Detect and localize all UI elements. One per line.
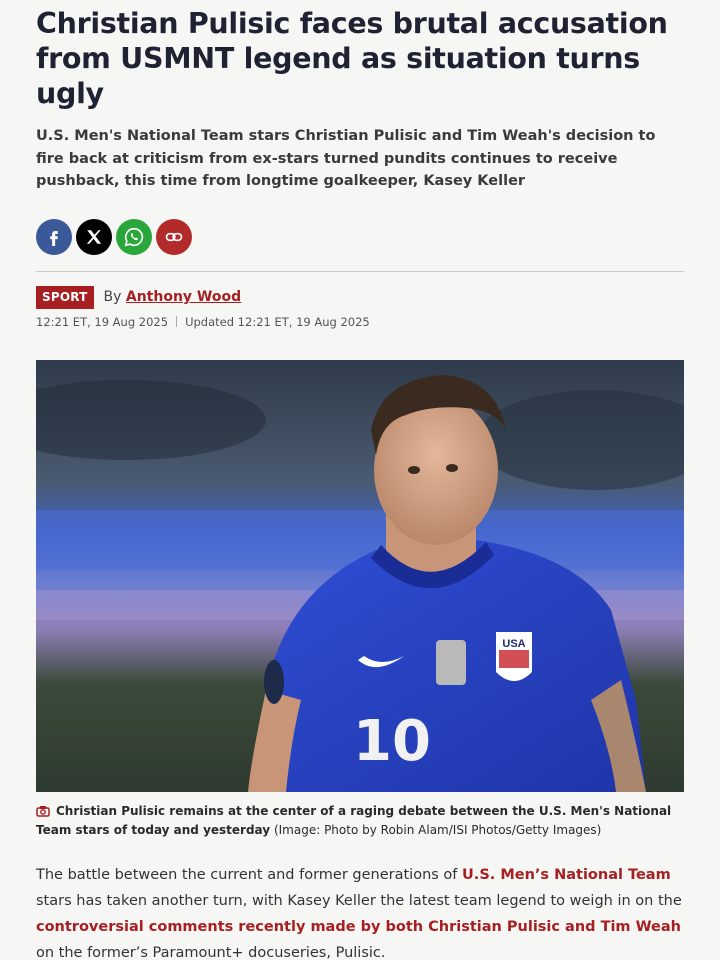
article-standfirst: U.S. Men's National Team stars Christian… xyxy=(36,128,656,189)
byline: By Anthony Wood xyxy=(104,289,242,305)
share-x-button[interactable] xyxy=(76,218,112,255)
comments-link[interactable]: controversial comments recently made by … xyxy=(36,919,681,935)
article-dates: 12:21 ET, 19 Aug 2025 Updated 12:21 ET, … xyxy=(36,315,684,329)
caption-credit: (Image: Photo by Robin Alam/ISI Photos/G… xyxy=(273,823,602,837)
camera-icon xyxy=(36,806,50,817)
facebook-icon xyxy=(50,230,58,246)
published-date: 12:21 ET, 19 Aug 2025 xyxy=(36,314,169,329)
byline-prefix: By xyxy=(103,289,122,305)
usmnt-link[interactable]: U.S. Men’s National Team xyxy=(462,867,671,883)
date-separator xyxy=(176,316,178,327)
whatsapp-icon xyxy=(124,227,144,246)
link-icon xyxy=(165,232,183,241)
crest-text: USA xyxy=(502,638,525,650)
author-link[interactable]: Anthony Wood xyxy=(126,289,241,305)
shirt-number: 10 xyxy=(353,709,431,774)
article-headline: Christian Pulisic faces brutal accusatio… xyxy=(36,7,668,110)
paragraph-text-3: on the former’s Paramount+ docuseries, P… xyxy=(36,945,386,960)
paragraph-text-1: The battle between the current and forme… xyxy=(36,867,463,883)
share-facebook-button[interactable] xyxy=(36,218,72,255)
share-bar xyxy=(36,218,684,255)
byline-row: SPORT By Anthony Wood xyxy=(36,285,684,309)
image-caption: Christian Pulisic remains at the center … xyxy=(36,802,684,840)
copy-link-button[interactable] xyxy=(156,218,192,255)
x-icon xyxy=(86,229,102,244)
share-whatsapp-button[interactable] xyxy=(116,218,152,255)
article-header: Christian Pulisic faces brutal accusatio… xyxy=(36,0,684,329)
updated-date: Updated 12:21 ET, 19 Aug 2025 xyxy=(185,314,370,329)
section-tag[interactable]: SPORT xyxy=(36,285,94,309)
header-divider xyxy=(36,270,684,272)
article-paragraph: The battle between the current and forme… xyxy=(36,862,684,960)
paragraph-text-2: stars has taken another turn, with Kasey… xyxy=(36,893,682,909)
hero-image: USA 10 xyxy=(36,360,684,792)
